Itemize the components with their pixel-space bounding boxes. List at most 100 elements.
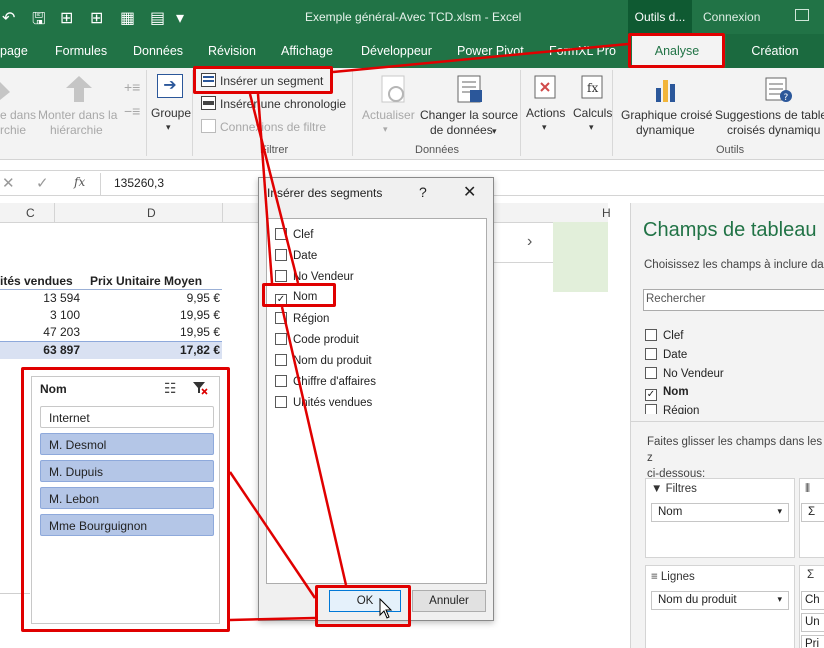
row-field-produit[interactable]: Nom du produit ▾ [651, 591, 789, 610]
field-item-nom[interactable]: ✓ Nom [645, 386, 689, 401]
enter-icon[interactable]: ✓ [36, 174, 49, 192]
table-cell[interactable]: 3 100 [0, 308, 80, 322]
calculations-icon: fx [581, 75, 603, 99]
table-cell[interactable]: 9,95 € [110, 291, 220, 305]
pivot-chart-label-2[interactable]: dynamique [636, 123, 695, 138]
filter-connections-icon [201, 119, 216, 133]
change-source-label-1[interactable]: Changer la source [420, 108, 518, 123]
group-label-donnees: Données [415, 144, 460, 156]
groupe-button[interactable]: Groupe [151, 106, 191, 121]
restore-window-icon[interactable] [795, 9, 809, 21]
sign-in-link[interactable]: Connexion [703, 10, 760, 24]
table-cell[interactable]: 19,95 € [110, 325, 220, 339]
checkbox[interactable] [275, 396, 287, 408]
save-icon[interactable]: 🖫 [32, 8, 46, 35]
collapse-field-icon: −≡ [124, 103, 141, 119]
field-checkbox-nom-produit[interactable]: Nom du produit [275, 354, 372, 367]
field-checkbox-chiffre-affaires[interactable]: Chiffre d'affaires [275, 375, 376, 388]
calculator-icon[interactable]: ▦ [120, 8, 135, 28]
tab-formules[interactable]: Formules [55, 44, 107, 58]
column-header-d[interactable]: D [147, 206, 156, 220]
timeline-icon [201, 96, 216, 110]
checkbox[interactable] [645, 367, 657, 379]
tab-affichage[interactable]: Affichage [281, 44, 333, 58]
table-cell[interactable]: 13 594 [0, 291, 80, 305]
total-avg-price[interactable]: 17,82 € [110, 343, 220, 357]
field-checkbox-region[interactable]: Région [275, 312, 329, 325]
field-checkbox-unites-vendues[interactable]: Unités vendues [275, 396, 372, 409]
field-checkbox-clef[interactable]: Clef [275, 228, 313, 241]
expand-field-icon: +≡ [124, 79, 141, 95]
context-tab-tools[interactable]: Outils d... [628, 0, 692, 34]
insert-timeline-button[interactable]: Insérer une chronologie [220, 97, 346, 112]
actions-button[interactable]: Actions [526, 106, 565, 121]
field-checkbox-code-produit[interactable]: Code produit [275, 333, 359, 346]
close-icon[interactable]: ✕ [463, 182, 476, 202]
dropdown-icon[interactable]: ▾ [176, 8, 184, 28]
pane-hint: Faites glisser les champs dans les z ci-d… [647, 436, 823, 480]
checkbox-checked[interactable]: ✓ [645, 389, 657, 401]
refresh-button[interactable]: Actualiser [362, 108, 415, 123]
checkbox[interactable] [275, 333, 287, 345]
total-units[interactable]: 63 897 [0, 343, 80, 357]
cancel-icon[interactable]: ✕ [2, 174, 15, 192]
value-field[interactable]: Ch [801, 591, 824, 610]
svg-text:?: ? [784, 93, 789, 103]
undo-icon[interactable]: ↶ [2, 8, 15, 28]
field-item-region[interactable]: Région [645, 404, 699, 414]
value-field[interactable]: Pri [801, 635, 824, 648]
drill-down-label-2[interactable]: rchie [0, 123, 26, 138]
field-checkbox-date[interactable]: Date [275, 249, 317, 262]
field-checkbox-no-vendeur[interactable]: No Vendeur [275, 270, 354, 283]
hierarchy2-icon[interactable]: ⊞ [90, 8, 103, 28]
checkbox[interactable] [645, 329, 657, 341]
table-icon[interactable]: ▤ [150, 8, 165, 28]
help-icon[interactable]: ? [419, 184, 427, 200]
field-item-date[interactable]: Date [645, 348, 687, 361]
checkbox[interactable] [645, 348, 657, 360]
tab-revision[interactable]: Révision [208, 44, 256, 58]
checkbox[interactable] [275, 375, 287, 387]
checkbox[interactable] [645, 404, 657, 414]
field-search-input[interactable]: Rechercher [643, 289, 824, 311]
value-field[interactable]: Un [801, 613, 824, 632]
column-header-c[interactable]: C [26, 206, 35, 220]
pivot-chart-label-1[interactable]: Graphique croisé [621, 108, 712, 123]
change-source-label-2[interactable]: de données [430, 123, 493, 138]
checkbox[interactable] [275, 228, 287, 240]
recommended-pivot-label-1[interactable]: Suggestions de table [715, 108, 824, 123]
filters-label: ▼ Filtres [651, 483, 697, 495]
cancel-button[interactable]: Annuler [412, 590, 486, 612]
field-item-clef[interactable]: Clef [645, 329, 683, 342]
values-sigma-field[interactable]: Σ [801, 503, 824, 522]
drill-up-label-2[interactable]: hiérarchie [50, 123, 103, 138]
insert-function-icon[interactable]: fx [74, 175, 85, 189]
header-units-sold[interactable]: ités vendues [0, 274, 73, 288]
field-item-no-vendeur[interactable]: No Vendeur [645, 367, 724, 380]
hierarchy-icon[interactable]: ⊞ [60, 8, 73, 28]
tab-page[interactable]: page [0, 44, 28, 58]
drill-down-label-1[interactable]: e dans [0, 108, 36, 123]
tab-power-pivot[interactable]: Power Pivot [457, 44, 524, 58]
tab-creation[interactable]: Création [726, 34, 824, 68]
drill-up-label-1[interactable]: Monter dans la [38, 108, 117, 123]
column-header-h[interactable]: H [602, 206, 611, 220]
filter-connections-button[interactable]: Connexions de filtre [220, 120, 326, 135]
filter-field-nom[interactable]: Nom ▾ [651, 503, 789, 522]
formula-input[interactable]: 135260,3 [114, 176, 164, 190]
header-avg-price[interactable]: Prix Unitaire Moyen [90, 274, 202, 288]
recommended-pivot-label-2[interactable]: croisés dynamiqu [727, 123, 820, 138]
checkbox[interactable] [275, 249, 287, 261]
chevron-right-icon[interactable]: › [527, 233, 532, 251]
tab-developpeur[interactable]: Développeur [361, 44, 432, 58]
checkbox[interactable] [275, 354, 287, 366]
table-cell[interactable]: 19,95 € [110, 308, 220, 322]
actions-icon [534, 75, 556, 99]
table-cell[interactable]: 47 203 [0, 325, 80, 339]
tab-formxl-pro[interactable]: FormXL Pro [549, 44, 616, 58]
tab-donnees[interactable]: Données [133, 44, 183, 58]
checkbox[interactable] [275, 270, 287, 282]
formula-separator [100, 173, 101, 195]
calculations-button[interactable]: Calculs [573, 106, 612, 121]
checkbox[interactable] [275, 312, 287, 324]
